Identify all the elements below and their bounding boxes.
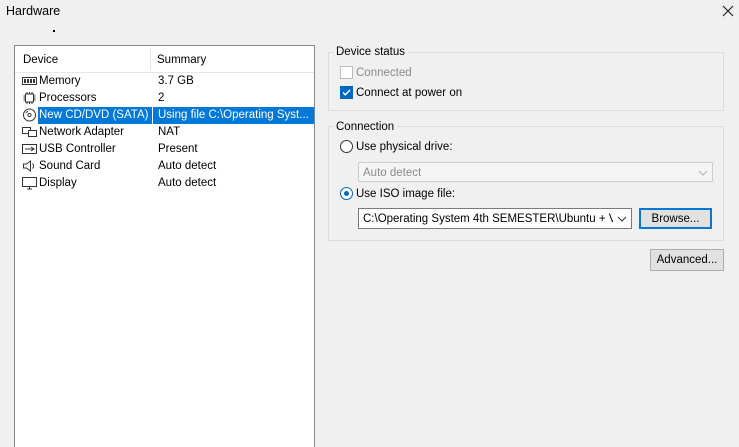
- device-status-label: Device status: [333, 46, 409, 58]
- physical-drive-select[interactable]: Auto detect: [358, 162, 713, 182]
- advanced-button[interactable]: Advanced...: [650, 249, 724, 271]
- device-row-cd-dvd[interactable]: New CD/DVD (SATA) Using file C:\Operatin…: [19, 107, 314, 124]
- chevron-down-icon: [617, 216, 627, 222]
- cursor-dot: [53, 30, 55, 32]
- device-name: Memory: [39, 75, 81, 87]
- advanced-button-label: Advanced...: [656, 254, 718, 266]
- connected-label: Connected: [356, 67, 412, 79]
- physical-drive-label: Use physical drive:: [356, 141, 453, 153]
- device-summary: NAT: [158, 126, 181, 138]
- close-icon: [722, 5, 734, 17]
- browse-button-label: Browse...: [651, 212, 700, 225]
- column-separator[interactable]: [150, 48, 151, 70]
- connect-at-power-on-label: Connect at power on: [356, 87, 463, 99]
- device-name: New CD/DVD (SATA): [39, 109, 149, 121]
- checkmark-icon: [342, 89, 351, 96]
- column-header-summary[interactable]: Summary: [157, 54, 206, 66]
- device-name: Display: [39, 177, 77, 189]
- device-row-usb[interactable]: USB Controller Present: [19, 141, 314, 158]
- connection-label: Connection: [333, 121, 398, 133]
- device-status-group: [328, 52, 724, 111]
- device-row-processors[interactable]: Processors 2: [19, 90, 314, 107]
- speaker-icon: [23, 160, 35, 172]
- device-name: Processors: [39, 92, 97, 104]
- device-summary: 3.7 GB: [158, 75, 194, 87]
- device-name: USB Controller: [39, 143, 116, 155]
- device-list[interactable]: Device Summary Memory 3.7 GB Processors …: [14, 45, 315, 447]
- network-icon: [22, 127, 37, 137]
- device-summary: Present: [158, 143, 198, 155]
- monitor-icon: [22, 177, 37, 190]
- window-title: Hardware: [6, 4, 61, 18]
- physical-drive-value: Auto detect: [363, 167, 422, 179]
- device-row-sound[interactable]: Sound Card Auto detect: [19, 158, 314, 175]
- device-row-memory[interactable]: Memory 3.7 GB: [19, 73, 314, 90]
- iso-image-label: Use ISO image file:: [356, 188, 456, 200]
- iso-path-combobox[interactable]: C:\Operating System 4th SEMESTER\Ubuntu …: [358, 208, 632, 229]
- chevron-down-icon: [698, 170, 708, 176]
- processor-icon: [23, 92, 36, 104]
- device-name: Network Adapter: [39, 126, 125, 138]
- cd-dvd-icon: [23, 108, 36, 122]
- device-row-display[interactable]: Display Auto detect: [19, 175, 314, 192]
- device-summary: Auto detect: [158, 177, 217, 189]
- physical-drive-radio[interactable]: [340, 140, 353, 153]
- device-summary: 2: [158, 92, 165, 104]
- list-header: Device Summary: [15, 46, 314, 73]
- iso-path-value: C:\Operating System 4th SEMESTER\Ubuntu …: [363, 213, 613, 225]
- device-name: Sound Card: [39, 160, 101, 172]
- device-summary: Using file C:\Operating Syst...: [158, 109, 309, 121]
- device-row-network[interactable]: Network Adapter NAT: [19, 124, 314, 141]
- iso-image-radio[interactable]: [340, 187, 353, 200]
- memory-icon: [22, 77, 37, 85]
- close-button[interactable]: [717, 0, 739, 22]
- usb-icon: [22, 144, 37, 154]
- connected-checkbox[interactable]: [340, 66, 353, 79]
- column-header-device[interactable]: Device: [23, 54, 58, 66]
- connect-at-power-on-checkbox[interactable]: [340, 86, 353, 99]
- browse-button[interactable]: Browse...: [639, 208, 712, 229]
- device-summary: Auto detect: [158, 160, 217, 172]
